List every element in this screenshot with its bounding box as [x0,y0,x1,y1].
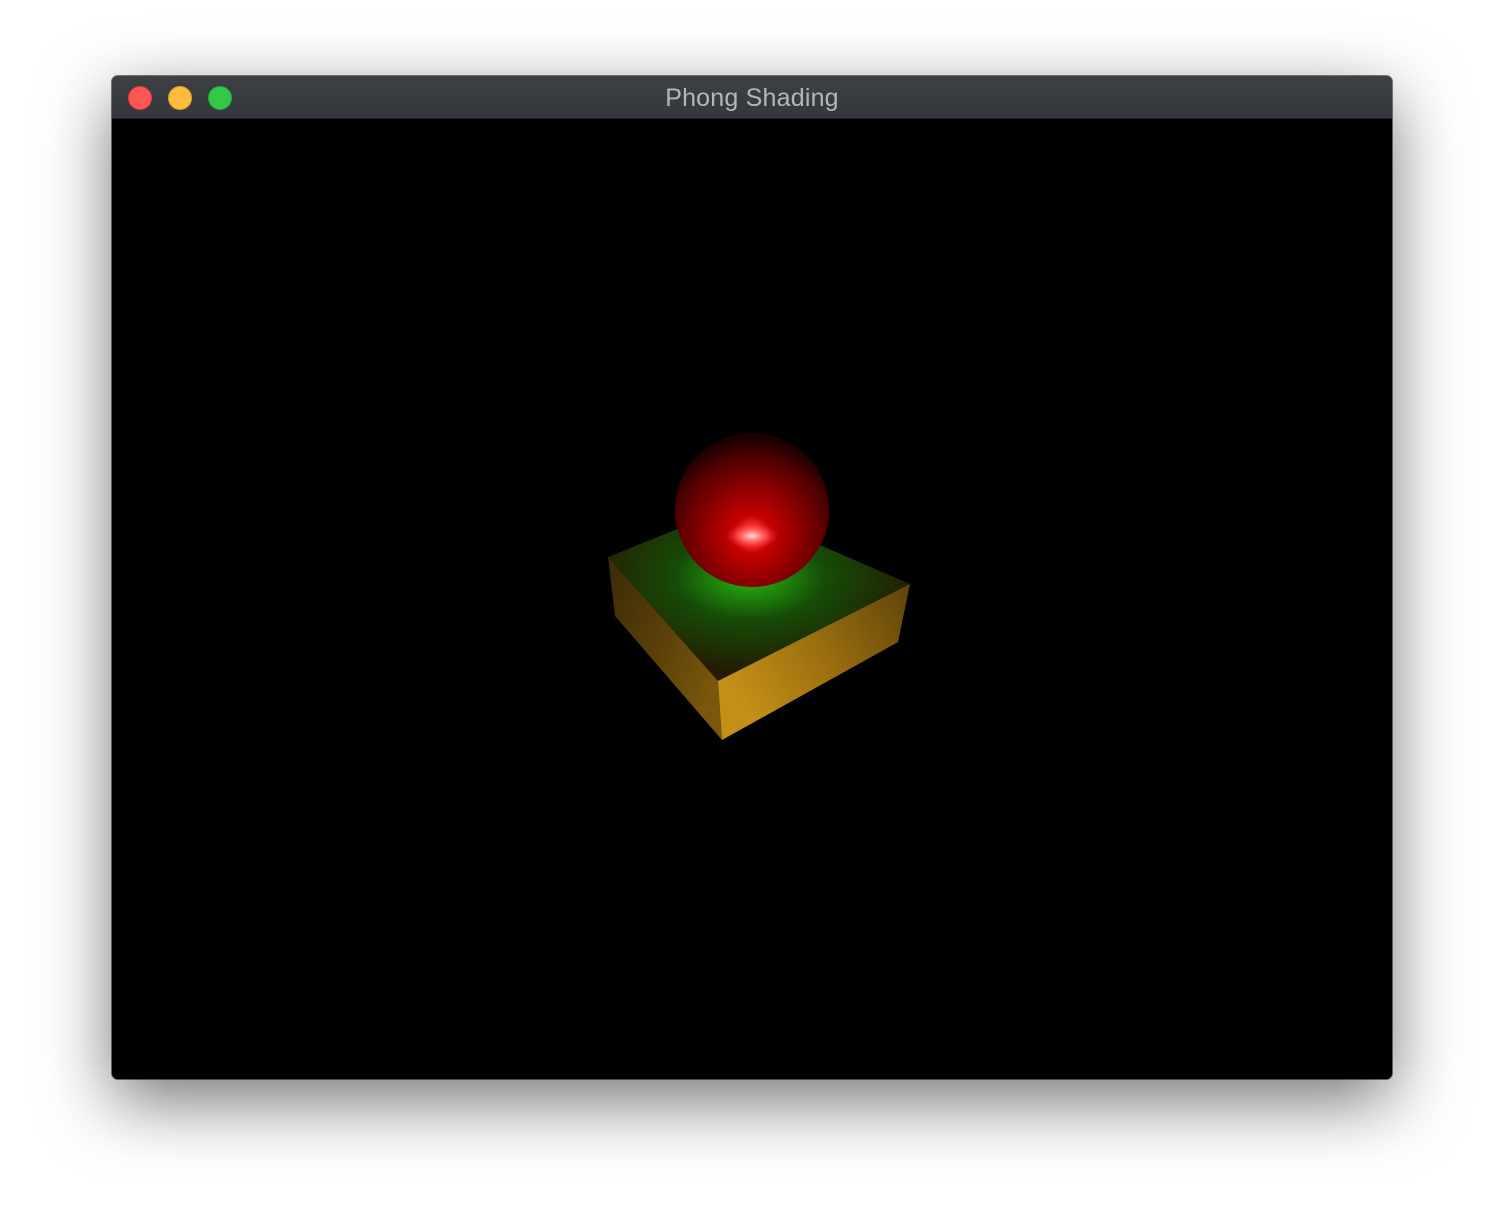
render-viewport[interactable] [112,119,1392,1079]
app-window: Phong Shading [112,76,1392,1079]
window-title: Phong Shading [665,84,839,112]
sphere [675,433,829,587]
sphere-body [675,433,829,587]
title-bar[interactable]: Phong Shading [112,76,1392,119]
sphere-specular-highlight [725,523,779,549]
scene-canvas [608,433,910,740]
